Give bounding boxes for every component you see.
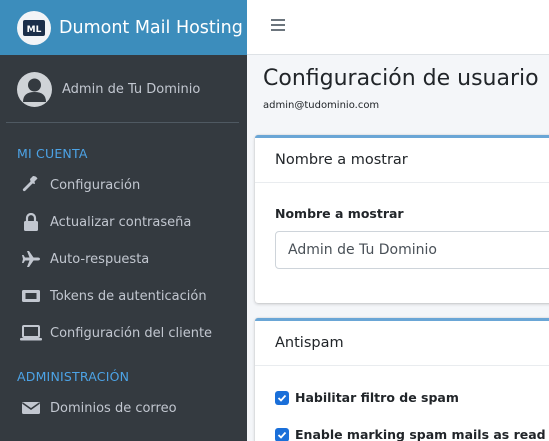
nav-item-dominios[interactable]: Dominios de correo [17, 393, 239, 423]
nav-item-auto-respuesta[interactable]: Auto-respuesta [17, 244, 239, 274]
nav-item-label: Dominios de correo [50, 400, 177, 416]
top-navbar [247, 0, 549, 55]
sidebar: ML Dumont Mail Hosting Admin de Tu Domin… [0, 0, 247, 441]
nav-item-label: Tokens de autenticación [50, 288, 207, 304]
nav-item-label: Configuración del cliente [50, 325, 213, 341]
mail-logo-icon: ML [17, 10, 51, 45]
mark-spam-read-option[interactable]: Enable marking spam mails as read [275, 427, 546, 441]
nav-item-configuracion[interactable]: Configuración [17, 170, 239, 200]
spam-filter-checkbox[interactable] [275, 390, 289, 405]
checkbox-label: Enable marking spam mails as read [295, 427, 546, 441]
display-name-card: Nombre a mostrar Nombre a mostrar [255, 135, 549, 303]
ticket-icon [20, 285, 42, 307]
user-panel[interactable]: Admin de Tu Dominio [6, 56, 239, 123]
nav-header-admin: ADMINISTRACIÓN [17, 369, 130, 384]
user-name: Admin de Tu Dominio [62, 81, 201, 97]
hamburger-menu-icon[interactable] [271, 19, 285, 33]
envelope-icon [20, 397, 42, 419]
checkbox-label: Habilitar filtro de spam [295, 390, 459, 405]
nav-item-tokens[interactable]: Tokens de autenticación [17, 281, 239, 311]
page-title: Configuración de usuario [263, 66, 539, 91]
card-title: Antispam [255, 321, 549, 366]
nav-item-actualizar-contrasena[interactable]: Actualizar contraseña [17, 207, 239, 237]
brand-name: Dumont Mail Hosting [59, 17, 243, 38]
lock-icon [20, 211, 42, 233]
nav-item-label: Auto-respuesta [50, 251, 150, 267]
brand-link[interactable]: ML Dumont Mail Hosting [0, 0, 247, 55]
page-subtitle: admin@tudominio.com [263, 100, 380, 111]
display-name-input[interactable] [275, 231, 549, 269]
nav-item-label: Actualizar contraseña [50, 214, 192, 230]
antispam-card: Antispam Habilitar filtro de spam Enable… [255, 318, 549, 441]
svg-text:ML: ML [27, 25, 42, 35]
wrench-icon [20, 174, 42, 196]
nav-item-configuracion-cliente[interactable]: Configuración del cliente [17, 318, 239, 348]
laptop-icon [20, 322, 42, 344]
spam-filter-option[interactable]: Habilitar filtro de spam [275, 390, 459, 405]
user-avatar-icon [17, 71, 52, 107]
mark-spam-read-checkbox[interactable] [275, 427, 289, 441]
display-name-label: Nombre a mostrar [275, 206, 404, 221]
card-title: Nombre a mostrar [255, 138, 549, 183]
nav-item-label: Configuración [50, 177, 141, 193]
plane-icon [20, 248, 42, 270]
nav-header-account: MI CUENTA [17, 146, 88, 161]
